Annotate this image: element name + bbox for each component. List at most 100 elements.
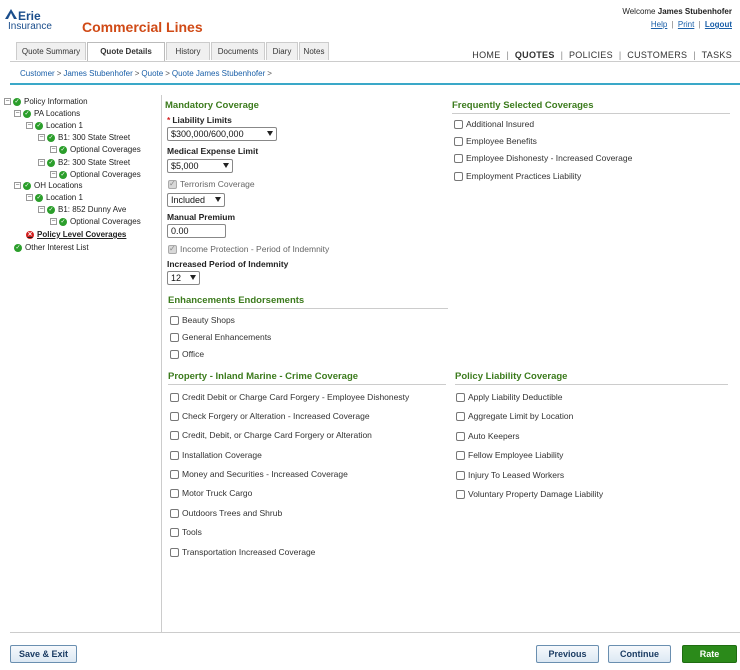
checkbox-box[interactable] xyxy=(170,430,179,440)
breadcrumb-quote-name[interactable]: Quote James Stubenhofer xyxy=(172,69,265,78)
checkbox-box[interactable] xyxy=(456,431,465,441)
tree-item-optional-coverages[interactable]: − ✓ Optional Coverages xyxy=(50,170,141,179)
tree-item-optional-coverages[interactable]: − ✓ Optional Coverages xyxy=(50,145,141,154)
collapse-icon[interactable]: − xyxy=(26,194,33,201)
checkbox-box[interactable] xyxy=(170,349,179,359)
office-checkbox[interactable]: Office xyxy=(170,349,204,359)
logout-link[interactable]: Logout xyxy=(705,20,732,29)
collapse-icon[interactable]: − xyxy=(14,110,21,117)
help-link[interactable]: Help xyxy=(651,20,667,29)
liability-item-checkbox[interactable]: Voluntary Property Damage Liability xyxy=(456,489,603,499)
nav-customers[interactable]: CUSTOMERS xyxy=(627,50,687,60)
tree-item-pa-location-1[interactable]: − ✓ Location 1 xyxy=(26,121,83,130)
tree-item-optional-coverages[interactable]: − ✓ Optional Coverages xyxy=(50,217,141,226)
save-exit-button[interactable]: Save & Exit xyxy=(10,645,77,663)
property-item-checkbox[interactable]: Outdoors Trees and Shrub xyxy=(170,508,282,518)
tab-diary[interactable]: Diary xyxy=(266,42,298,60)
tab-documents[interactable]: Documents xyxy=(211,42,265,60)
checkbox-box[interactable] xyxy=(456,392,465,402)
checkbox-box[interactable] xyxy=(170,411,179,421)
breadcrumb-customer-name[interactable]: James Stubenhofer xyxy=(63,69,132,78)
checkbox-box[interactable] xyxy=(170,488,179,498)
collapse-icon[interactable]: − xyxy=(4,98,11,105)
checkbox-box[interactable] xyxy=(170,547,179,557)
collapse-icon[interactable]: − xyxy=(14,182,21,189)
tree-item-pa-locations[interactable]: − ✓ PA Locations xyxy=(14,109,80,118)
general-enhancements-checkbox[interactable]: General Enhancements xyxy=(170,332,271,342)
rate-button[interactable]: Rate xyxy=(682,645,737,663)
property-item-checkbox[interactable]: Credit, Debit, or Charge Card Forgery or… xyxy=(170,430,372,440)
medical-expense-select[interactable]: $5,000 xyxy=(167,159,233,173)
employee-benefits-checkbox[interactable]: Employee Benefits xyxy=(454,136,537,146)
erie-insurance-logo[interactable]: Erie Insurance xyxy=(5,7,73,37)
checkbox-box[interactable] xyxy=(454,171,463,181)
checkbox-box[interactable] xyxy=(170,527,179,537)
property-item-checkbox[interactable]: Transportation Increased Coverage xyxy=(170,547,315,557)
tree-item-other-interest-list[interactable]: ✓ Other Interest List xyxy=(14,243,89,252)
nav-quotes[interactable]: QUOTES xyxy=(515,50,555,60)
property-coverage-title: Property - Inland Marine - Crime Coverag… xyxy=(168,371,359,382)
collapse-icon[interactable]: − xyxy=(38,134,45,141)
checkbox-label: Injury To Leased Workers xyxy=(468,470,565,480)
tab-notes[interactable]: Notes xyxy=(299,42,329,60)
tree-item-oh-locations[interactable]: − ✓ OH Locations xyxy=(14,181,82,190)
checkbox-box[interactable] xyxy=(170,450,179,460)
checkbox-box[interactable] xyxy=(170,469,179,479)
checkbox-box[interactable] xyxy=(454,136,463,146)
nav-tasks[interactable]: TASKS xyxy=(702,50,732,60)
manual-premium-input[interactable]: 0.00 xyxy=(167,224,226,238)
property-item-checkbox[interactable]: Money and Securities - Increased Coverag… xyxy=(170,469,348,479)
checkbox-label: Beauty Shops xyxy=(182,315,235,325)
beauty-shops-checkbox[interactable]: Beauty Shops xyxy=(170,315,235,325)
collapse-icon[interactable]: − xyxy=(38,159,45,166)
checkbox-box[interactable] xyxy=(170,315,179,325)
checkbox-box[interactable] xyxy=(456,489,465,499)
nav-policies[interactable]: POLICIES xyxy=(569,50,613,60)
employment-practices-checkbox[interactable]: Employment Practices Liability xyxy=(454,171,581,181)
liability-item-checkbox[interactable]: Injury To Leased Workers xyxy=(456,470,564,480)
property-item-checkbox[interactable]: Check Forgery or Alteration - Increased … xyxy=(170,411,370,421)
tree-item-policy-level-coverages[interactable]: ✕ Policy Level Coverages xyxy=(26,230,126,239)
tree-item-oh-location-1[interactable]: − ✓ Location 1 xyxy=(26,193,83,202)
additional-insured-checkbox[interactable]: Additional Insured xyxy=(454,119,534,129)
tab-quote-details[interactable]: Quote Details xyxy=(87,42,165,62)
tree-item-policy-information[interactable]: − ✓ Policy Information xyxy=(4,97,88,106)
liability-item-checkbox[interactable]: Apply Liability Deductible xyxy=(456,392,563,402)
liability-item-checkbox[interactable]: Fellow Employee Liability xyxy=(456,450,563,460)
breadcrumb-customer[interactable]: Customer xyxy=(20,69,55,78)
previous-button[interactable]: Previous xyxy=(536,645,599,663)
property-item-checkbox[interactable]: Tools xyxy=(170,527,202,537)
checkbox-box[interactable] xyxy=(456,411,465,421)
tab-quote-summary[interactable]: Quote Summary xyxy=(16,42,86,60)
checkbox-box[interactable] xyxy=(170,392,179,402)
nav-home[interactable]: HOME xyxy=(472,50,500,60)
checkbox-box[interactable] xyxy=(456,450,465,460)
checkbox-box[interactable] xyxy=(456,470,465,480)
increased-period-select[interactable]: 12 xyxy=(167,271,200,285)
section-divider xyxy=(452,113,730,114)
property-item-checkbox[interactable]: Installation Coverage xyxy=(170,450,262,460)
employee-dishonesty-checkbox[interactable]: Employee Dishonesty - Increased Coverage xyxy=(454,153,632,163)
tree-item-b1-852-dunny[interactable]: − ✓ B1: 852 Dunny Ave xyxy=(38,205,126,214)
liability-item-checkbox[interactable]: Auto Keepers xyxy=(456,431,520,441)
checkbox-box[interactable] xyxy=(170,508,179,518)
checkbox-box[interactable] xyxy=(170,332,179,342)
checkbox-box xyxy=(168,179,177,189)
tree-item-b2-300-state[interactable]: − ✓ B2: 300 State Street xyxy=(38,158,130,167)
checkbox-box[interactable] xyxy=(454,119,463,129)
terrorism-coverage-select[interactable]: Included xyxy=(167,193,225,207)
tree-item-b1-300-state[interactable]: − ✓ B1: 300 State Street xyxy=(38,133,130,142)
continue-button[interactable]: Continue xyxy=(608,645,671,663)
print-link[interactable]: Print xyxy=(678,20,694,29)
breadcrumb-quote[interactable]: Quote xyxy=(141,69,163,78)
liability-item-checkbox[interactable]: Aggregate Limit by Location xyxy=(456,411,573,421)
checkbox-box[interactable] xyxy=(454,153,463,163)
collapse-icon[interactable]: − xyxy=(38,206,45,213)
link-separator: | xyxy=(698,20,701,29)
property-item-checkbox[interactable]: Motor Truck Cargo xyxy=(170,488,252,498)
tree-label: Optional Coverages xyxy=(70,217,141,226)
property-item-checkbox[interactable]: Credit Debit or Charge Card Forgery - Em… xyxy=(170,392,409,402)
tab-history[interactable]: History xyxy=(166,42,210,60)
collapse-icon[interactable]: − xyxy=(26,122,33,129)
liability-limits-select[interactable]: $300,000/600,000 xyxy=(167,127,277,141)
